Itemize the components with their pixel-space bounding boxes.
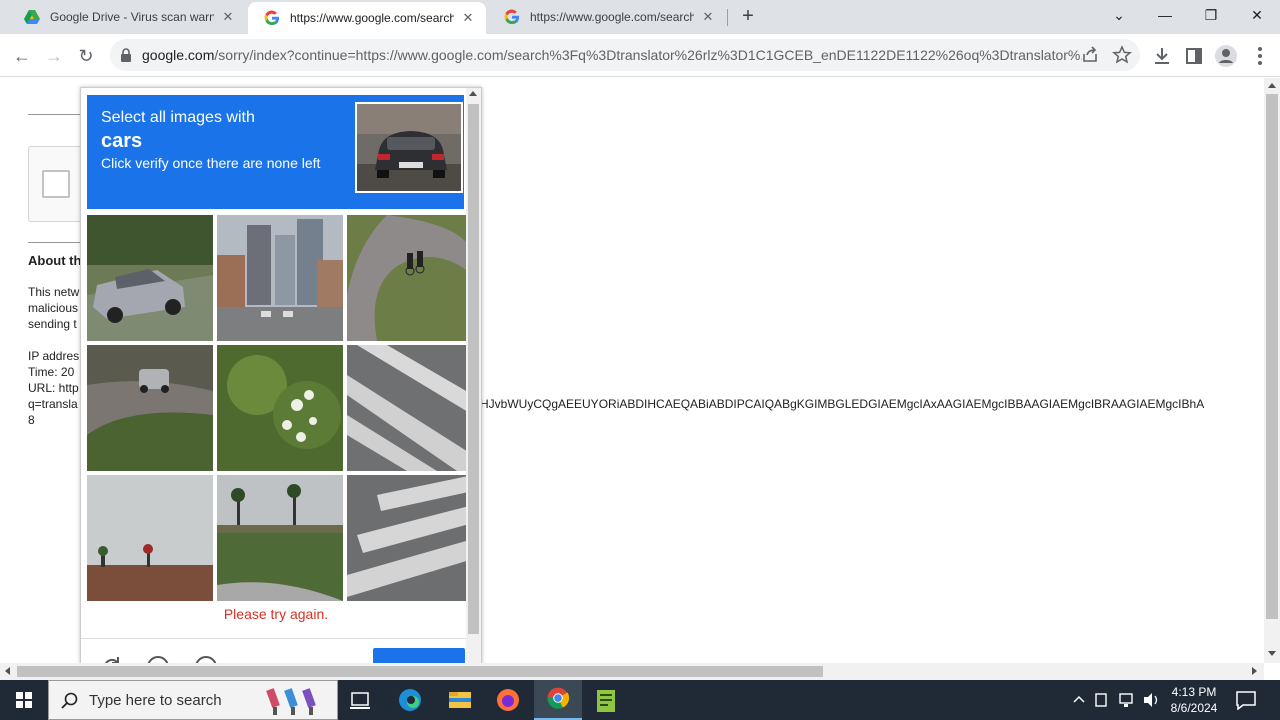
bookmark-star-icon[interactable] bbox=[1112, 45, 1132, 65]
forward-button[interactable]: → bbox=[41, 43, 67, 69]
scroll-down-arrow[interactable] bbox=[1268, 651, 1276, 656]
edge-icon[interactable] bbox=[386, 680, 434, 720]
ip-address-line: IP addres bbox=[28, 349, 80, 363]
challenge-tile[interactable] bbox=[347, 475, 473, 601]
tab-strip: Google Drive - Virus scan warnin ✕ https… bbox=[0, 0, 1280, 34]
vertical-scrollbar[interactable] bbox=[1264, 78, 1280, 663]
browser-toolbar: ← → ↻ google.com/sorry/index?continue=ht… bbox=[0, 34, 1280, 77]
challenge-instruction: Select all images with bbox=[101, 109, 255, 126]
body-text-line: This netw bbox=[28, 285, 80, 299]
taskbar-search-box[interactable]: Type here to search bbox=[48, 680, 338, 720]
close-icon[interactable]: ✕ bbox=[700, 9, 716, 25]
chrome-icon[interactable] bbox=[534, 680, 582, 720]
restore-button[interactable]: ❐ bbox=[1188, 0, 1234, 30]
recaptcha-challenge-popup: Select all images with cars Click verify… bbox=[80, 87, 482, 663]
new-tab-button[interactable]: + bbox=[737, 5, 759, 27]
search-highlight-icon bbox=[266, 688, 316, 715]
url-text[interactable]: google.com/sorry/index?continue=https://… bbox=[142, 47, 1082, 63]
scroll-up-arrow[interactable] bbox=[1268, 83, 1276, 88]
divider bbox=[28, 242, 80, 243]
minimize-button[interactable]: — bbox=[1142, 0, 1188, 30]
reload-button[interactable]: ↻ bbox=[73, 43, 99, 69]
close-icon[interactable]: ✕ bbox=[460, 10, 476, 26]
info-icon[interactable] bbox=[193, 654, 219, 663]
back-button[interactable]: ← bbox=[9, 43, 35, 69]
divider bbox=[28, 114, 80, 115]
share-icon[interactable] bbox=[1080, 45, 1100, 65]
download-icon[interactable] bbox=[1150, 44, 1174, 68]
popup-scroll-thumb[interactable] bbox=[468, 104, 479, 634]
side-panel-icon[interactable] bbox=[1182, 44, 1206, 68]
profile-avatar-icon[interactable] bbox=[1214, 44, 1238, 68]
challenge-tile[interactable] bbox=[87, 215, 213, 341]
tab-title: Google Drive - Virus scan warnin bbox=[50, 10, 214, 24]
windows-start-icon[interactable] bbox=[0, 680, 48, 720]
footer-divider bbox=[81, 638, 481, 639]
challenge-tile[interactable] bbox=[217, 215, 343, 341]
notification-icon[interactable] bbox=[1234, 690, 1258, 710]
tab-google-search-2[interactable]: https://www.google.com/search? ✕ bbox=[488, 0, 726, 34]
vertical-scroll-thumb[interactable] bbox=[1266, 94, 1278, 619]
horizontal-scrollbar[interactable] bbox=[0, 663, 1264, 680]
time-line: Time: 20 bbox=[28, 365, 75, 379]
search-placeholder: Type here to search bbox=[89, 692, 222, 709]
task-view-icon[interactable] bbox=[336, 680, 384, 720]
search-icon bbox=[61, 692, 78, 709]
tab-google-drive[interactable]: Google Drive - Virus scan warnin ✕ bbox=[8, 0, 246, 34]
menu-kebab-icon[interactable] bbox=[1248, 44, 1272, 68]
challenge-tile[interactable] bbox=[347, 345, 473, 471]
challenge-tile[interactable] bbox=[217, 475, 343, 601]
popup-scrollbar[interactable] bbox=[466, 88, 481, 663]
tab-search-dropdown-icon[interactable]: ⌄ bbox=[1096, 0, 1142, 30]
taskbar-clock[interactable]: 4:13 PM 8/6/2024 bbox=[1166, 684, 1222, 716]
audio-challenge-icon[interactable] bbox=[145, 654, 171, 663]
scroll-up-arrow[interactable] bbox=[469, 91, 477, 96]
firefox-icon[interactable] bbox=[484, 680, 532, 720]
tab-title: https://www.google.com/search? bbox=[530, 10, 694, 24]
scroll-left-arrow[interactable] bbox=[5, 667, 10, 675]
challenge-header: Select all images with cars Click verify… bbox=[87, 95, 464, 209]
google-drive-icon bbox=[24, 10, 40, 24]
recaptcha-checkbox[interactable] bbox=[42, 170, 70, 198]
sample-car-image bbox=[355, 102, 463, 193]
clock-time: 4:13 PM bbox=[1171, 685, 1217, 699]
challenge-keyword: cars bbox=[101, 130, 143, 152]
about-heading: About th bbox=[28, 253, 82, 268]
challenge-tile[interactable] bbox=[87, 345, 213, 471]
query-line: q=transla bbox=[28, 397, 78, 411]
url-domain: google.com bbox=[142, 47, 215, 63]
windows-taskbar: Type here to search 4:13 PM 8/6/2024 bbox=[0, 680, 1280, 720]
body-text-line: malicious bbox=[28, 301, 79, 315]
challenge-error-message: Please try again. bbox=[223, 606, 329, 622]
scroll-right-arrow[interactable] bbox=[1252, 667, 1257, 675]
verify-button[interactable] bbox=[373, 648, 465, 663]
google-g-icon bbox=[504, 9, 519, 25]
notepad-plus-icon[interactable] bbox=[582, 680, 630, 720]
address-bar[interactable]: google.com/sorry/index?continue=https://… bbox=[110, 39, 1140, 71]
google-g-icon bbox=[264, 10, 279, 26]
challenge-image-grid bbox=[87, 215, 473, 602]
close-window-button[interactable]: ✕ bbox=[1234, 0, 1280, 30]
file-explorer-icon[interactable] bbox=[436, 680, 484, 720]
url-line: URL: http bbox=[28, 381, 79, 395]
long-url-fragment: HJvbWUyCQgAEEUYORiABDIHCAEQABiABDIPCAIQA… bbox=[480, 397, 1205, 411]
page-content: About th This netw malicious sending t I… bbox=[0, 78, 1264, 663]
query-line-end: 8 bbox=[28, 413, 35, 427]
recaptcha-widget bbox=[28, 146, 88, 222]
challenge-tile[interactable] bbox=[87, 475, 213, 601]
system-tray[interactable] bbox=[1066, 680, 1166, 720]
challenge-tile[interactable] bbox=[347, 215, 473, 341]
clock-date: 8/6/2024 bbox=[1170, 701, 1218, 715]
reload-challenge-icon[interactable] bbox=[99, 654, 125, 663]
challenge-subinstruction: Click verify once there are none left bbox=[101, 155, 321, 171]
body-text-line: sending t bbox=[28, 317, 77, 331]
close-icon[interactable]: ✕ bbox=[220, 9, 236, 25]
horizontal-scroll-thumb[interactable] bbox=[17, 666, 823, 677]
tab-title: https://www.google.com/search? bbox=[290, 11, 454, 25]
tab-separator bbox=[727, 9, 728, 26]
tab-google-search-active[interactable]: https://www.google.com/search? ✕ bbox=[248, 2, 486, 34]
challenge-tile[interactable] bbox=[217, 345, 343, 471]
url-path: /sorry/index?continue=https://www.google… bbox=[214, 47, 1082, 63]
lock-icon[interactable] bbox=[120, 48, 132, 62]
